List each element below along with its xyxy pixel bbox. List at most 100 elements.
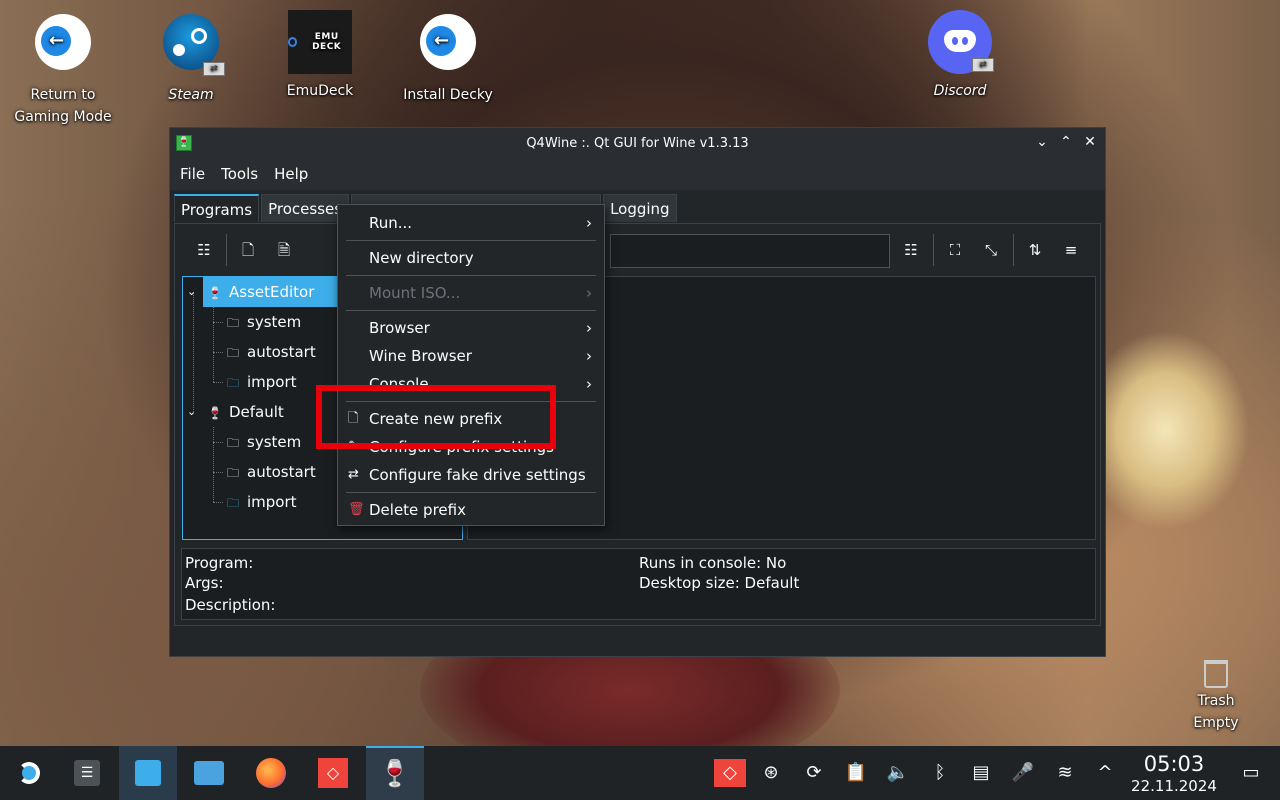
clipboard-icon[interactable]: 📋: [843, 759, 869, 787]
sliders-icon: ☰: [74, 760, 100, 786]
folder-icon: [194, 761, 224, 785]
window-title: Q4Wine :. Qt GUI for Wine v1.3.13: [526, 135, 749, 151]
tree-folder-item[interactable]: 🗀 import: [225, 487, 297, 517]
desktop-icon-label: Discord: [933, 83, 987, 99]
menu-item-wine-browser[interactable]: Wine Browser ›: [338, 342, 604, 370]
taskbar-anydesk[interactable]: ◇: [304, 746, 362, 800]
chevron-up-icon[interactable]: ^: [1092, 759, 1118, 787]
storage-device-icon[interactable]: ▤: [968, 759, 994, 787]
desktop-icon-emudeck[interactable]: EMU DECK EmuDeck: [260, 10, 380, 102]
import-file-icon[interactable]: 🗎: [270, 236, 298, 264]
steam-tray-icon[interactable]: ⊛: [758, 759, 784, 787]
chevron-right-icon: ›: [586, 319, 592, 337]
minimize-icon[interactable]: ⌄: [1033, 133, 1051, 151]
taskbar-file-manager[interactable]: [180, 746, 238, 800]
trash-icon: [1204, 660, 1228, 688]
back-arrow-icon: ←: [420, 14, 476, 70]
maximize-icon[interactable]: ⌃: [1057, 133, 1075, 151]
trash-label: Trash: [1197, 693, 1235, 709]
wifi-icon[interactable]: ≋: [1052, 759, 1078, 787]
desktop-icon-discord[interactable]: ⇄ Discord: [900, 10, 1020, 102]
settings-icon: ⇄: [348, 467, 359, 482]
anydesk-tray-icon[interactable]: ◇: [714, 759, 746, 787]
sort-ascending-icon[interactable]: ⇅: [1021, 236, 1049, 264]
taskbar-discover[interactable]: [119, 746, 177, 800]
tree-folder-item[interactable]: 🗀 import: [225, 367, 297, 397]
info-runs-in-console: Runs in console: No: [639, 554, 787, 572]
titlebar[interactable]: 🍷 Q4Wine :. Qt GUI for Wine v1.3.13 ⌄ ⌃ …: [170, 128, 1105, 158]
expand-icon[interactable]: ⛶: [941, 236, 969, 264]
menu-item-mount-iso: Mount ISO... ›: [338, 279, 604, 307]
tree-folder-item[interactable]: 🗀 autostart: [225, 337, 316, 367]
store-bag-icon: [135, 760, 161, 786]
wine-glass-icon: 🍷: [378, 759, 412, 789]
menu-item-new-directory[interactable]: New directory: [338, 244, 604, 272]
folder-icon: 🗀: [226, 346, 239, 360]
steamdeck-logo-icon: [18, 762, 40, 784]
steamdeck-launcher-button[interactable]: [0, 746, 58, 800]
desktop-icon-return-gaming-mode[interactable]: ← Return to Gaming Mode: [3, 10, 123, 128]
clock-date: 22.11.2024: [1131, 777, 1217, 795]
wine-prefix-icon: 🍷: [207, 406, 223, 420]
search-input[interactable]: [610, 234, 890, 268]
tree-folder-item[interactable]: 🗀 system: [225, 427, 301, 457]
desktop-icon-trash[interactable]: Trash Empty: [1176, 656, 1256, 734]
anydesk-icon: ◇: [318, 758, 348, 788]
info-args: Args:: [185, 574, 224, 592]
clock[interactable]: 05:03 22.11.2024: [1128, 752, 1220, 796]
tab-programs[interactable]: Programs: [174, 194, 260, 222]
taskbar-q4wine[interactable]: 🍷: [366, 746, 424, 800]
folder-icon: 🗀: [226, 436, 239, 450]
link-badge-icon: ⇄: [972, 58, 994, 72]
bluetooth-icon[interactable]: ᛒ: [927, 759, 953, 787]
menu-tools[interactable]: Tools: [215, 165, 264, 183]
trash-icon: 🗑: [348, 502, 365, 517]
chevron-right-icon: ›: [586, 214, 592, 232]
chevron-right-icon: ›: [586, 375, 592, 393]
folder-open-icon: 🗀: [226, 376, 239, 390]
volume-icon[interactable]: 🔈: [885, 759, 911, 787]
menubar: File Tools Help: [170, 158, 1105, 190]
tree-folder-item[interactable]: 🗀 system: [225, 307, 301, 337]
tree-folder-item[interactable]: 🗀 autostart: [225, 457, 316, 487]
show-desktop-icon[interactable]: ▭: [1238, 759, 1264, 787]
clock-time: 05:03: [1143, 752, 1205, 776]
sort-descending-icon[interactable]: ≡: [1057, 236, 1085, 264]
menu-help[interactable]: Help: [268, 165, 314, 183]
tab-logging[interactable]: Logging: [603, 194, 677, 222]
view-mode-icon[interactable]: ☷: [190, 236, 218, 264]
taskbar-system-settings[interactable]: ☰: [58, 746, 116, 800]
microphone-icon[interactable]: 🎤: [1010, 759, 1036, 787]
tree-expander[interactable]: ⌄: [187, 277, 196, 307]
desktop-icon-steam[interactable]: ⇄ Steam: [131, 10, 251, 106]
desktop-icon-label: Steam: [168, 87, 214, 103]
view-list-icon[interactable]: ☷: [897, 236, 925, 264]
info-description: Description:: [185, 596, 276, 614]
context-menu: Run... › New directory Mount ISO... › Brow…: [337, 204, 605, 526]
update-icon[interactable]: ⟳: [801, 759, 827, 787]
tree-prefix-item[interactable]: 🍷 Default: [203, 397, 284, 427]
close-icon[interactable]: ✕: [1081, 133, 1099, 151]
highlight-annotation: [316, 385, 556, 449]
chevron-right-icon: ›: [586, 347, 592, 365]
new-file-icon[interactable]: 🗋: [234, 236, 262, 264]
collapse-icon[interactable]: ⤡: [977, 236, 1005, 264]
menu-file[interactable]: File: [174, 165, 211, 183]
link-badge-icon: ⇄: [203, 62, 225, 76]
menu-item-configure-fake-drive[interactable]: ⇄ Configure fake drive settings: [338, 461, 604, 489]
q4wine-window: 🍷 Q4Wine :. Qt GUI for Wine v1.3.13 ⌄ ⌃ …: [169, 127, 1106, 657]
desktop-icon-label: Install Decky: [403, 87, 493, 103]
info-program: Program:: [185, 554, 254, 572]
menu-item-run[interactable]: Run... ›: [338, 209, 604, 237]
firefox-icon: [256, 758, 286, 788]
desktop-icon-install-decky[interactable]: ← Install Decky: [388, 10, 508, 106]
taskbar-firefox[interactable]: [242, 746, 300, 800]
tree-expander[interactable]: ⌄: [187, 397, 196, 427]
emudeck-icon: EMU DECK: [288, 10, 352, 74]
menu-item-delete-prefix[interactable]: 🗑 Delete prefix: [338, 496, 604, 524]
desktop-icon-label: EmuDeck: [286, 83, 354, 99]
toolbar-separator: [226, 234, 227, 266]
tab-processes[interactable]: Processes: [261, 194, 350, 222]
tree-prefix-item[interactable]: 🍷 AssetEditor: [203, 277, 337, 307]
menu-item-browser[interactable]: Browser ›: [338, 314, 604, 342]
